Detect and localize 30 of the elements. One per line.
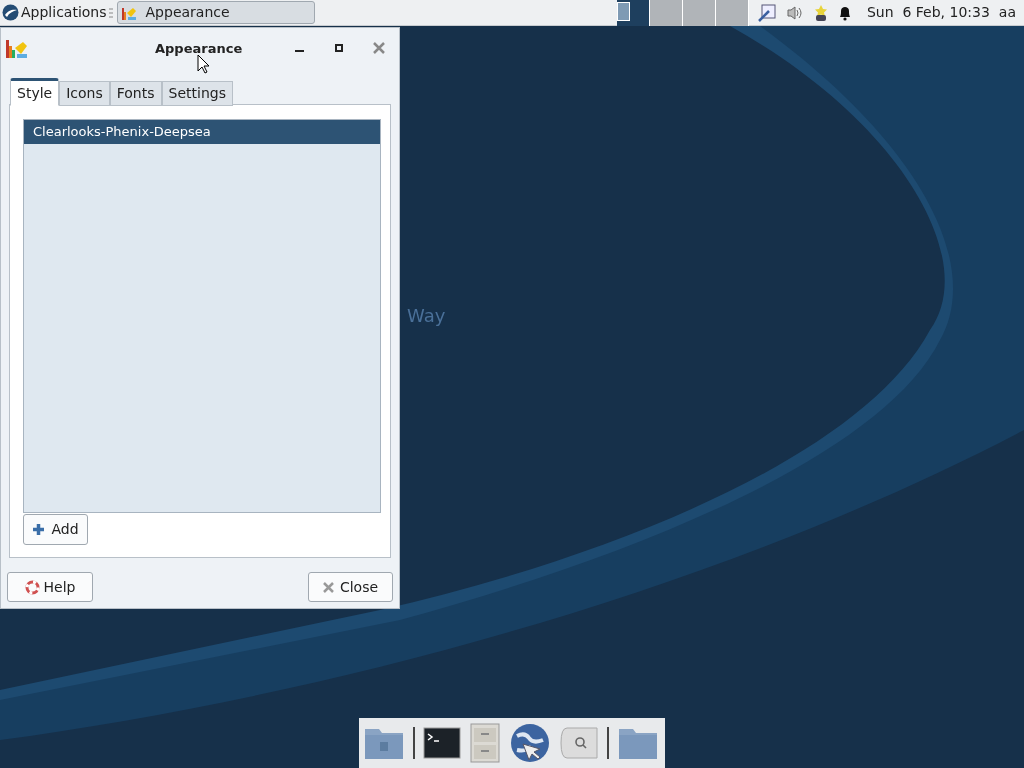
window-title: Appearance bbox=[155, 40, 243, 58]
globe-icon[interactable] bbox=[509, 722, 551, 764]
close-x-icon bbox=[322, 581, 334, 593]
user-name[interactable]: aa bbox=[998, 2, 1016, 23]
tab[interactable]: Style bbox=[10, 78, 60, 106]
theme-list-item[interactable]: Clearlooks-Phenix-Deepsea bbox=[24, 120, 380, 144]
clock[interactable]: Sun 6 Feb, 10:33 bbox=[866, 2, 990, 23]
file-cabinet-icon[interactable] bbox=[469, 723, 501, 763]
help-button[interactable]: Help bbox=[7, 572, 93, 602]
wallpaper-text: Way bbox=[407, 304, 446, 328]
key-icon[interactable] bbox=[756, 3, 777, 22]
terminal-icon[interactable] bbox=[423, 727, 461, 759]
update-icon[interactable] bbox=[812, 3, 829, 22]
lifebuoy-icon bbox=[24, 579, 40, 595]
mouse-cursor-icon bbox=[197, 54, 210, 74]
close-button[interactable]: Close bbox=[308, 572, 393, 602]
taskbar-button[interactable]: Appearance bbox=[116, 1, 315, 24]
close-icon[interactable] bbox=[371, 40, 387, 56]
tab[interactable]: Fonts bbox=[109, 81, 162, 106]
volume-icon[interactable] bbox=[785, 4, 804, 21]
search-icon[interactable] bbox=[559, 726, 599, 760]
workspace-button[interactable] bbox=[616, 0, 650, 26]
bell-icon[interactable] bbox=[837, 4, 852, 21]
add-button[interactable]: Add bbox=[23, 514, 88, 545]
applications-menu[interactable]: Applications bbox=[0, 0, 109, 25]
tab[interactable]: Icons bbox=[59, 81, 110, 106]
plus-icon bbox=[32, 523, 46, 536]
handle-icon[interactable] bbox=[108, 6, 114, 19]
tab[interactable]: Settings bbox=[161, 81, 233, 106]
distro-logo-icon bbox=[2, 4, 19, 21]
